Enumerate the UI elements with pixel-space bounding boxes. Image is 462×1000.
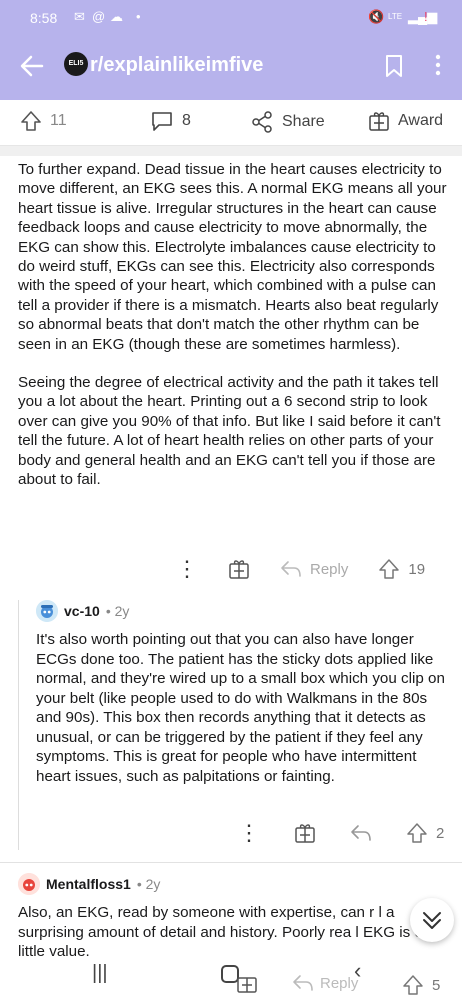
reply-arrow-icon: [293, 975, 313, 991]
mute-icon: 🔇: [368, 9, 385, 24]
post-action-bar: 11 8 Share Award: [0, 100, 462, 146]
award-gift-icon[interactable]: [228, 558, 250, 580]
award-gift-icon: [369, 112, 389, 131]
comment-toolbar: ⋮ Reply 19: [176, 558, 425, 580]
share-button[interactable]: Share: [250, 110, 325, 134]
upvote-arrow-icon: [379, 559, 400, 579]
avatar[interactable]: [18, 873, 40, 895]
bookmark-icon[interactable]: [384, 54, 404, 78]
reply-button[interactable]: Reply: [280, 560, 348, 578]
reply-arrow-icon: [281, 561, 301, 577]
more-options-icon[interactable]: ⋮: [176, 558, 198, 580]
section-divider: [0, 146, 462, 156]
signal-icon: ▂▄▆: [408, 9, 438, 24]
comment-bubble-icon: [152, 112, 172, 131]
battery-icon: !: [424, 9, 428, 24]
comment-body: Also, an EKG, read by someone with exper…: [18, 904, 428, 960]
at-icon: @: [92, 9, 106, 24]
share-icon: [252, 111, 272, 133]
comment-age: • 2y: [136, 876, 161, 892]
upvote-arrow-icon: [407, 823, 427, 843]
upvote-button[interactable]: 11: [20, 110, 67, 132]
dot-icon: •: [136, 9, 141, 24]
app-header-background: 8:58 ✉ @ ☁ • 🔇 LTE ▂▄▆ ! ELI5 r/explainl…: [0, 0, 462, 100]
comment-author[interactable]: Mentalfloss1: [46, 876, 131, 892]
reply-label: Reply: [320, 974, 359, 992]
status-time: 8:58: [30, 10, 58, 26]
double-chevron-down-icon: [423, 912, 441, 929]
reply-label: Reply: [310, 560, 349, 578]
award-gift-icon[interactable]: [294, 822, 316, 844]
subreddit-name[interactable]: r/explainlikeimfive: [90, 54, 263, 77]
upvote-count: 11: [50, 112, 67, 129]
more-options-icon[interactable]: [428, 52, 448, 78]
back-arrow-icon[interactable]: [18, 52, 46, 80]
award-button[interactable]: Award: [368, 110, 443, 132]
reply-comment: Mentalfloss1 • 2y Also, an EKG, read by …: [18, 873, 458, 962]
comment-vote-count: 19: [408, 560, 426, 578]
comments-button[interactable]: 8: [150, 110, 191, 132]
collapse-thread-button[interactable]: [410, 898, 454, 942]
recent-apps-icon[interactable]: |||: [92, 962, 108, 985]
comment-age: • 2y: [105, 603, 130, 619]
comment-count: 8: [182, 112, 191, 129]
avatar[interactable]: [36, 600, 58, 622]
reply-button[interactable]: Reply: [292, 974, 358, 992]
comment-upvote-button[interactable]: 2: [406, 822, 444, 844]
upvote-arrow-icon: [403, 975, 423, 995]
cloud-icon: ☁: [110, 9, 123, 24]
comment-upvote-button[interactable]: 19: [378, 558, 425, 580]
comment-vote-count: 5: [432, 976, 441, 994]
comment-body: It's also worth pointing out that you ca…: [36, 631, 445, 785]
notification-icon: ✉: [74, 9, 85, 24]
comment-author[interactable]: vc-10: [64, 603, 100, 619]
reply-comment: vc-10 • 2y It's also worth pointing out …: [36, 600, 456, 786]
comment-vote-count: 2: [436, 824, 445, 842]
share-label: Share: [282, 113, 325, 130]
upvote-arrow-icon: [21, 111, 41, 131]
reply-arrow-icon[interactable]: [350, 824, 372, 842]
more-options-icon[interactable]: ⋮: [238, 822, 260, 844]
comment-author-row: vc-10 • 2y: [36, 600, 456, 622]
comment-paragraph: To further expand. Dead tissue in the he…: [18, 161, 447, 353]
subreddit-header: ELI5 r/explainlikeimfive: [0, 36, 462, 100]
bottom-navigation: ||| Reply ‹ 5: [0, 958, 462, 1000]
back-chevron-icon[interactable]: ‹: [354, 958, 361, 984]
comment-toolbar: ⋮ 2: [238, 822, 444, 844]
award-label: Award: [398, 112, 444, 129]
comment-upvote-button[interactable]: 5: [402, 974, 440, 996]
comment-author-row: Mentalfloss1 • 2y: [18, 873, 458, 895]
comment-paragraph: Seeing the degree of electrical activity…: [18, 374, 441, 489]
award-gift-icon[interactable]: [236, 972, 258, 994]
thread-indent-line[interactable]: [18, 600, 19, 850]
comment-separator: [0, 862, 462, 863]
snoo-avatar-icon: [18, 873, 40, 895]
subreddit-logo[interactable]: ELI5: [64, 52, 88, 76]
comment-body: To further expand. Dead tissue in the he…: [18, 160, 450, 509]
status-bar: 8:58 ✉ @ ☁ • 🔇 LTE ▂▄▆ !: [0, 0, 462, 36]
snoo-avatar-icon: [36, 600, 58, 622]
signal-label: LTE: [388, 12, 403, 21]
